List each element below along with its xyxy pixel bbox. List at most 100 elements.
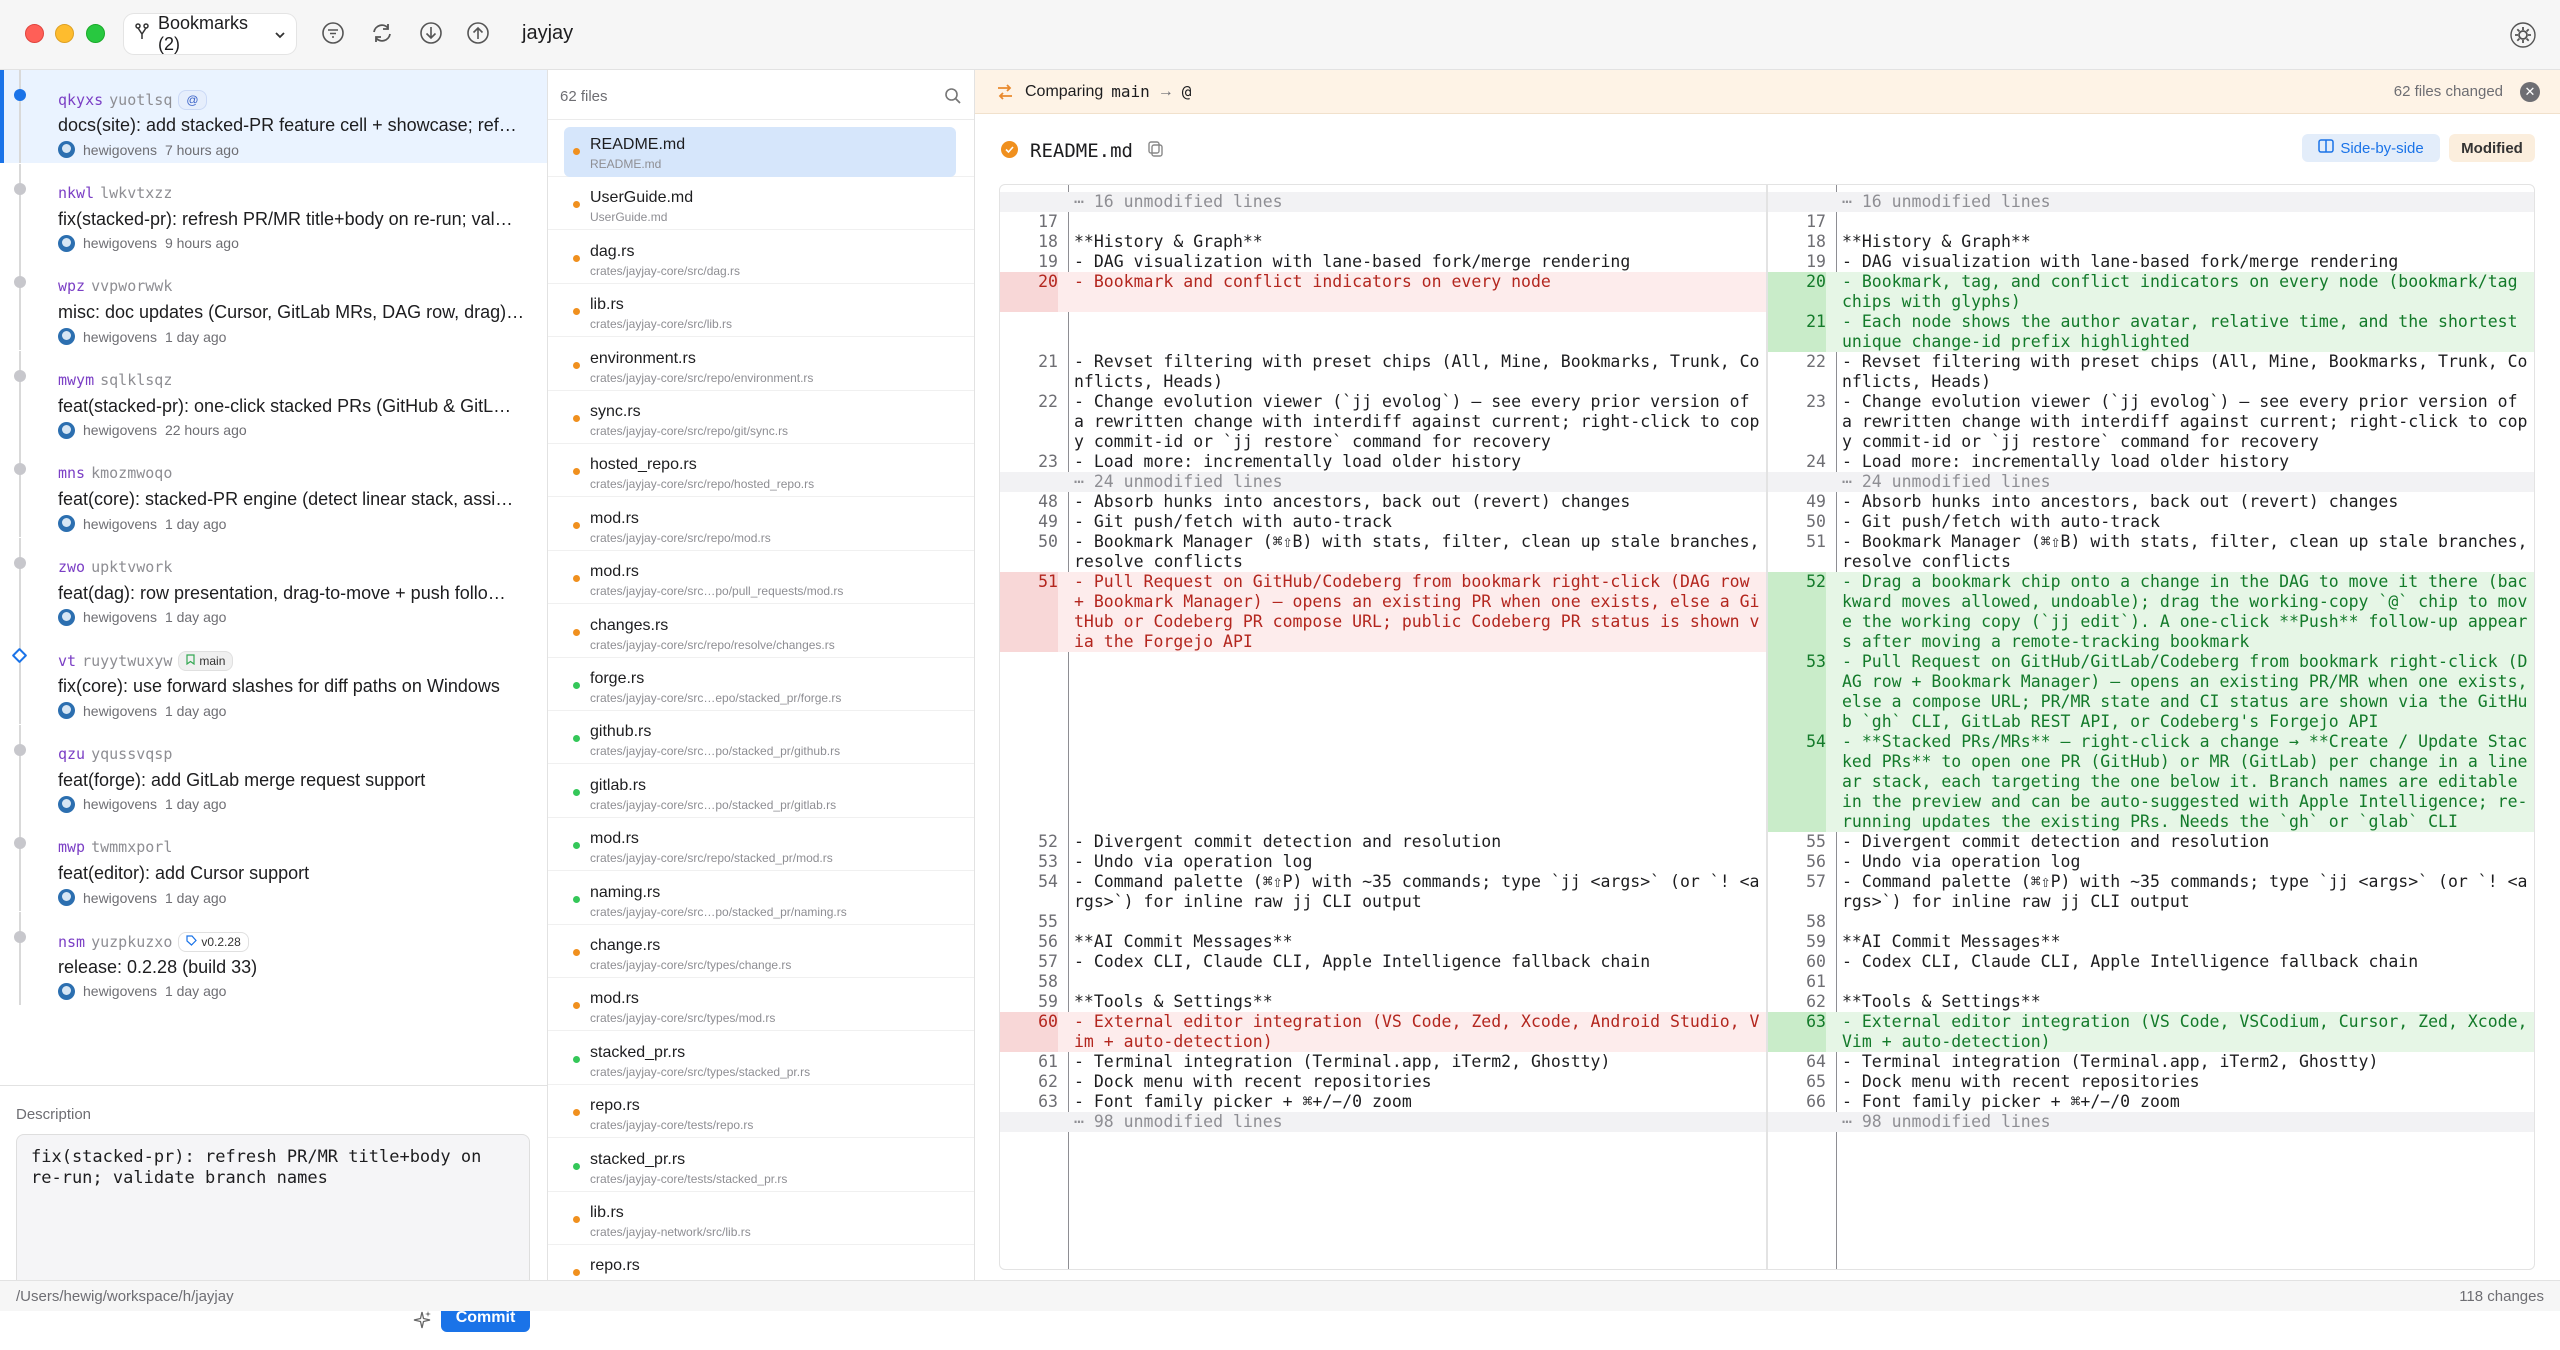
line-number	[1000, 1112, 1058, 1132]
commit-row[interactable]: zwo upktvwork feat(dag): row presentation,…	[0, 537, 547, 631]
commit-row[interactable]: wpz vvpworwwk misc: doc updates (Cursor, G…	[0, 257, 547, 350]
file-row[interactable]: repo.rs crates/jayjay-core/tests/repo.rs	[548, 1085, 974, 1139]
modified-status-dot	[573, 1109, 580, 1117]
line-text: ⋯ 98 unmodified lines	[1842, 1112, 2051, 1131]
unmodified-lines-separator[interactable]: ⋯ 98 unmodified lines	[1768, 1112, 2534, 1132]
commit-author: hewigovens	[83, 235, 157, 251]
line-number: 19	[1806, 252, 1826, 271]
file-row[interactable]: environment.rs crates/jayjay-core/src/rep…	[548, 338, 974, 391]
file-row[interactable]: repo.rs	[548, 1245, 974, 1280]
filter-button[interactable]	[318, 20, 348, 50]
close-window-button[interactable]	[25, 24, 44, 43]
graph-node	[14, 743, 26, 756]
compare-label: Comparing	[1025, 82, 1104, 100]
file-row[interactable]: hosted_repo.rs crates/jayjay-core/src/rep…	[548, 444, 974, 498]
commit-time: 1 day ago	[164, 796, 227, 812]
graph-line	[19, 257, 21, 350]
line-text: - External editor integration (VS Code, …	[1074, 1012, 1760, 1051]
refresh-button[interactable]	[367, 20, 397, 50]
file-row[interactable]: README.md README.md	[548, 124, 974, 177]
minimize-window-button[interactable]	[55, 24, 74, 43]
context-line: 55 - Divergent commit detection and resol…	[1768, 832, 2534, 852]
settings-button[interactable]	[2508, 20, 2538, 50]
compare-from: main	[1111, 82, 1150, 101]
side-by-side-toggle[interactable]: Side-by-side	[2302, 134, 2440, 162]
commit-row[interactable]: qkyxs yuotlsq @ docs(site): add stacked-PR …	[0, 70, 547, 163]
file-row[interactable]: gitlab.rs crates/jayjay-core/src…po/stack…	[548, 765, 974, 818]
commit-row[interactable]: vt ruyytwuxyw main fix(core): use forward s…	[0, 631, 547, 724]
commit-row[interactable]: mwym sqlklsqz feat(stacked-pr): one-click …	[0, 350, 547, 444]
change-id-prefix: nsm	[58, 932, 86, 951]
file-row[interactable]: sync.rs crates/jayjay-core/src/repo/git/s…	[548, 391, 974, 444]
line-number: 21	[1768, 312, 1826, 352]
file-row[interactable]: UserGuide.md UserGuide.md	[548, 177, 974, 231]
file-row[interactable]: mod.rs crates/jayjay-core/src/types/mod.r…	[548, 978, 974, 1032]
file-row[interactable]: mod.rs crates/jayjay-core/src…po/pull_req…	[548, 551, 974, 605]
file-row[interactable]: forge.rs crates/jayjay-core/src…epo/stack…	[548, 658, 974, 711]
file-name: hosted_repo.rs	[590, 456, 697, 474]
file-row[interactable]: github.rs crates/jayjay-core/src…po/stack…	[548, 711, 974, 765]
file-name: sync.rs	[590, 403, 641, 420]
commit-title: release: 0.2.28 (build 33)	[58, 956, 258, 977]
file-row[interactable]: stacked_pr.rs crates/jayjay-core/src/type…	[548, 1032, 974, 1085]
context-line: 66 - Font family picker + ⌘+/−/0 zoom	[1768, 1092, 2534, 1112]
line-number: 55	[1806, 832, 1826, 851]
unmodified-lines-separator[interactable]: ⋯ 16 unmodified lines	[1000, 192, 1766, 212]
change-id-rest: vvpworwwk	[91, 277, 173, 295]
unmodified-lines-separator[interactable]: ⋯ 16 unmodified lines	[1768, 192, 2534, 212]
file-row[interactable]: change.rs crates/jayjay-core/src/types/ch…	[548, 925, 974, 978]
file-row[interactable]: mod.rs crates/jayjay-core/src/repo/mod.rs	[548, 498, 974, 551]
zoom-window-button[interactable]	[86, 24, 105, 43]
ai-generate-button[interactable]	[410, 1308, 434, 1332]
line-number: 54	[1768, 732, 1826, 832]
change-id-rest: upktvwork	[91, 557, 173, 576]
context-line: 21 - Revset filtering with preset chips (…	[1000, 352, 1766, 392]
commit-author: hewigovens	[83, 796, 157, 812]
commit-row[interactable]: nkwl lwkvtxzz fix(stacked-pr): refresh PR/…	[0, 163, 547, 257]
line-number: 58	[1806, 912, 1826, 931]
commit-row[interactable]: nsm yuzpkuzxo v0.2.28 release: 0.2.28 (buil…	[0, 911, 547, 1005]
copy-path-button[interactable]	[1147, 140, 1165, 158]
chevron-down-icon	[274, 24, 286, 45]
description-input[interactable]: fix(stacked-pr): refresh PR/MR title+bod…	[16, 1134, 530, 1291]
unmodified-lines-separator[interactable]: ⋯ 24 unmodified lines	[1768, 472, 2534, 492]
commit-time: 1 day ago	[164, 983, 227, 999]
file-row[interactable]: dag.rs crates/jayjay-core/src/dag.rs	[548, 231, 974, 284]
commit-row[interactable]: mns kmozmwoqo feat(core): stacked-PR engin…	[0, 444, 547, 537]
avatar	[58, 889, 75, 906]
file-path: crates/jayjay-network/src/lib.rs	[590, 1225, 751, 1239]
file-row[interactable]: naming.rs crates/jayjay-core/src…po/stack…	[548, 872, 974, 925]
filler-line	[1000, 652, 1766, 832]
added-status-dot	[573, 1162, 580, 1170]
commit-row[interactable]: mwp twmmxporl feat(editor): add Cursor sup…	[0, 818, 547, 911]
unmodified-lines-separator[interactable]: ⋯ 98 unmodified lines	[1000, 1112, 1766, 1132]
commit-row[interactable]: qzu yqussvqsp feat(forge): add GitLab merg…	[0, 724, 547, 818]
working-copy-badge: @	[178, 90, 207, 110]
file-row[interactable]: mod.rs crates/jayjay-core/src/repo/stacke…	[548, 818, 974, 872]
files-search-button[interactable]	[944, 87, 962, 105]
diff-view: ⋯ 16 unmodified lines 17 18 **History & Gra…	[999, 184, 2535, 1270]
file-row[interactable]: lib.rs crates/jayjay-core/src/lib.rs	[548, 284, 974, 338]
badge-label: v0.2.28	[201, 934, 241, 949]
change-id: mwym sqlklsqz	[58, 371, 172, 389]
file-row[interactable]: changes.rs crates/jayjay-core/src/repo/re…	[548, 605, 974, 658]
modified-status-dot	[573, 201, 580, 209]
upload-icon	[466, 21, 490, 50]
changes-count: 118 changes	[2459, 1288, 2544, 1305]
context-line: 23 - Load more: incrementally load older …	[1000, 452, 1766, 472]
unmodified-lines-separator[interactable]: ⋯ 24 unmodified lines	[1000, 472, 1766, 492]
line-number: 63	[1768, 1012, 1826, 1052]
badge-label: main	[199, 654, 226, 668]
change-id-prefix: vt	[58, 652, 77, 670]
context-line: 24 - Load more: incrementally load older …	[1768, 452, 2534, 472]
commit-author: hewigovens	[83, 702, 157, 719]
graph-node	[11, 647, 28, 664]
close-compare-button[interactable]: ✕	[2520, 82, 2540, 102]
file-row[interactable]: lib.rs crates/jayjay-network/src/lib.rs	[548, 1192, 974, 1245]
bookmarks-dropdown[interactable]: Bookmarks (2)	[124, 13, 296, 54]
file-path: crates/jayjay-core/src/repo/resolve/chan…	[590, 637, 835, 652]
compare-to: @	[1181, 82, 1192, 101]
push-button[interactable]	[463, 20, 493, 50]
file-row[interactable]: stacked_pr.rs crates/jayjay-core/tests/st…	[548, 1139, 974, 1192]
fetch-button[interactable]	[416, 20, 446, 50]
